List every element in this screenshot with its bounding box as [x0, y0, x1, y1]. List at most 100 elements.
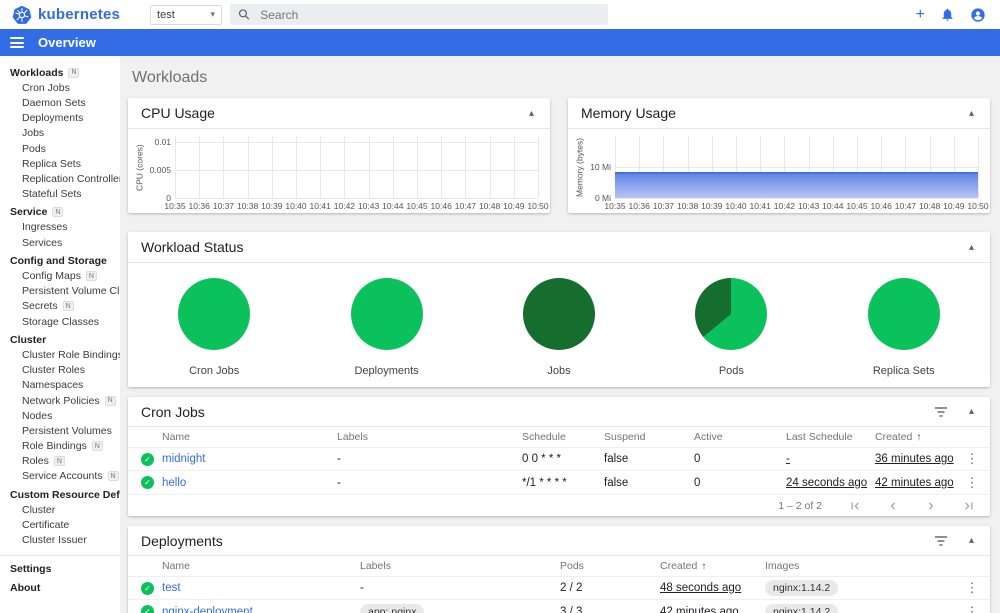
sidebar-item-config-and-storage[interactable]: Config and Storage — [0, 253, 120, 268]
x-tick-label: 10:43 — [357, 201, 380, 211]
cpu-y-axis-label: CPU (cores) — [134, 144, 145, 191]
check-circle-icon: ✓ — [141, 605, 154, 613]
next-page-button[interactable] — [924, 499, 938, 513]
page-title: Workloads — [132, 69, 208, 86]
deployment-link[interactable]: nginx-deployment — [162, 606, 360, 613]
cron-job-link[interactable]: hello — [162, 477, 337, 489]
pie-label: Jobs — [547, 365, 571, 377]
sidebar-item-persistent-volume-claims[interactable]: Persistent Volume ClaimsN — [0, 284, 120, 299]
sidebar-item-cluster[interactable]: Cluster — [0, 502, 120, 517]
top-bar: kubernetes test ▾ + — [0, 0, 1000, 29]
column-header-created[interactable]: Created ↑ — [660, 560, 765, 572]
column-header-pods[interactable]: Pods — [560, 560, 660, 572]
column-header-last-schedule[interactable]: Last Schedule — [786, 431, 875, 443]
user-menu-button[interactable] — [970, 7, 986, 23]
pie-chart — [867, 278, 940, 350]
chevron-down-icon: ▾ — [210, 9, 216, 19]
x-tick-label: 10:39 — [261, 201, 283, 211]
sidebar-item-stateful-sets[interactable]: Stateful Sets — [0, 187, 120, 202]
sidebar-item-custom-resource-definitions[interactable]: Custom Resource Definitions — [0, 487, 120, 502]
sidebar-item-service-accounts[interactable]: Service Accounts N — [0, 469, 120, 484]
sidebar-item-deployments[interactable]: Deployments — [0, 111, 120, 126]
column-header-labels[interactable]: Labels — [360, 560, 560, 572]
sidebar-item-network-policies[interactable]: Network Policies N — [0, 393, 120, 408]
sidebar-item-cluster[interactable]: Cluster — [0, 332, 120, 347]
sidebar-item-cluster-role-bindings[interactable]: Cluster Role Bindings — [0, 347, 120, 362]
filter-button[interactable] — [934, 535, 948, 547]
kubernetes-logo[interactable]: kubernetes — [12, 5, 120, 25]
sidebar-item-replica-sets[interactable]: Replica Sets — [0, 156, 120, 171]
sidebar: Workloads N Cron Jobs Daemon Sets Deployment… — [0, 56, 120, 613]
menu-icon[interactable] — [10, 37, 24, 48]
notifications-button[interactable] — [940, 7, 955, 22]
sidebar-item-cluster-issuer[interactable]: Cluster Issuer — [0, 533, 120, 548]
sidebar-item-storage-classes[interactable]: Storage Classes — [0, 314, 120, 329]
sidebar-item-secrets[interactable]: Secrets N — [0, 299, 120, 314]
sidebar-item-daemon-sets[interactable]: Daemon Sets — [0, 95, 120, 110]
sidebar-item-roles[interactable]: Roles N — [0, 454, 120, 469]
sidebar-item-role-bindings[interactable]: Role Bindings N — [0, 439, 120, 454]
image-chip: nginx:1.14.2 — [765, 603, 839, 613]
pie-chart — [350, 278, 423, 350]
collapse-icon[interactable]: ▴ — [966, 404, 977, 419]
labels-cell: - — [337, 453, 341, 465]
last-schedule-cell: 24 seconds ago — [786, 476, 868, 489]
row-menu-button[interactable]: ⋮ — [954, 580, 990, 596]
x-tick-label: 10:41 — [749, 201, 771, 211]
sidebar-item-namespaces[interactable]: Namespaces — [0, 378, 120, 393]
namespace-select[interactable]: test ▾ — [150, 4, 223, 25]
search-input[interactable] — [260, 7, 601, 22]
column-header-labels[interactable]: Labels — [337, 431, 522, 443]
sidebar-item-cluster-roles[interactable]: Cluster Roles — [0, 363, 120, 378]
deployments-table: Name Labels Pods Created ↑ Images ✓ test - 2 / 2 4… — [128, 556, 990, 613]
collapse-icon[interactable]: ▴ — [526, 106, 537, 121]
sidebar-item-pods[interactable]: Pods — [0, 141, 120, 156]
column-header-suspend[interactable]: Suspend — [604, 431, 694, 443]
sidebar-item-replication-controllers[interactable]: Replication Controllers — [0, 171, 120, 186]
sidebar-item-jobs[interactable]: Jobs — [0, 126, 120, 141]
last-page-button[interactable] — [962, 499, 976, 513]
column-header-schedule[interactable]: Schedule — [522, 431, 604, 443]
collapse-icon[interactable]: ▴ — [966, 106, 977, 121]
x-tick-label: 10:45 — [406, 201, 428, 211]
column-header-created[interactable]: Created ↑ — [875, 431, 954, 443]
memory-x-ticks: 10:35 10:36 10:37 10:38 10:39 10:40 10:41 10:42… — [604, 198, 988, 211]
collapse-icon[interactable]: ▴ — [966, 240, 977, 255]
column-header-name[interactable]: Name — [162, 431, 337, 443]
gridline — [175, 142, 538, 144]
filter-button[interactable] — [934, 406, 948, 418]
first-page-button[interactable] — [848, 499, 862, 513]
row-menu-button[interactable]: ⋮ — [954, 475, 990, 491]
column-header-name[interactable]: Name — [162, 560, 360, 572]
column-header-images[interactable]: Images — [765, 560, 954, 572]
x-tick-label: 10:44 — [822, 201, 844, 211]
sidebar-item-certificate[interactable]: Certificate — [0, 517, 120, 532]
sidebar-item-service[interactable]: Service N — [0, 205, 120, 220]
create-resource-button[interactable]: + — [916, 6, 925, 23]
sidebar-item-cron-jobs[interactable]: Cron Jobs — [0, 80, 120, 95]
previous-page-button[interactable] — [886, 499, 900, 513]
row-menu-button[interactable]: ⋮ — [954, 451, 990, 467]
row-menu-button[interactable]: ⋮ — [954, 604, 990, 613]
sidebar-item-settings[interactable]: Settings — [0, 562, 120, 577]
x-tick-label: 10:37 — [652, 201, 675, 211]
topbar-actions: + — [916, 6, 1000, 23]
sidebar-item-workloads[interactable]: Workloads N — [0, 65, 120, 80]
search-bar[interactable] — [230, 4, 609, 25]
workload-status-title: Workload Status — [141, 239, 244, 255]
sidebar-item-services[interactable]: Services — [0, 235, 120, 250]
pods-cell: 3 / 3 — [560, 605, 583, 613]
collapse-icon[interactable]: ▴ — [966, 533, 977, 548]
image-chip: nginx:1.14.2 — [765, 580, 839, 596]
sidebar-item-about[interactable]: About — [0, 580, 120, 595]
deployment-link[interactable]: test — [162, 582, 360, 594]
x-tick-label: 10:47 — [894, 201, 917, 211]
sidebar-item-persistent-volumes[interactable]: Persistent Volumes — [0, 423, 120, 438]
column-header-active[interactable]: Active — [694, 431, 786, 443]
last-schedule-cell: - — [786, 453, 790, 465]
sidebar-item-nodes[interactable]: Nodes — [0, 408, 120, 423]
sidebar-item-ingresses[interactable]: Ingresses — [0, 220, 120, 235]
cron-job-link[interactable]: midnight — [162, 453, 337, 465]
labels-cell: - — [337, 476, 341, 489]
sidebar-item-config-maps[interactable]: Config Maps N — [0, 268, 120, 283]
